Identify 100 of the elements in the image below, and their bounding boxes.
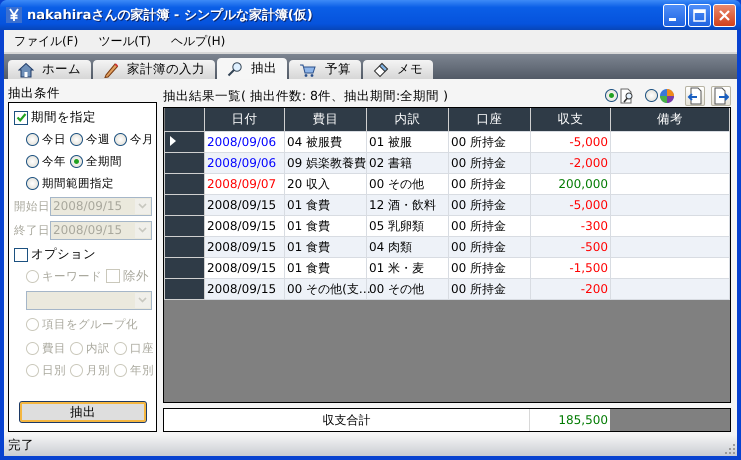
row-header[interactable] bbox=[164, 194, 204, 216]
menu-item[interactable]: ツール(T) bbox=[90, 30, 159, 52]
radio-label: 費目 bbox=[42, 340, 66, 356]
radio-button[interactable] bbox=[26, 176, 39, 190]
table-cell: 00 所持金 bbox=[448, 278, 530, 300]
tab[interactable]: 抽出 bbox=[217, 58, 287, 79]
table-cell: 00 その他 bbox=[366, 278, 448, 300]
date-label: 開始日 bbox=[14, 198, 48, 214]
document-search-icon bbox=[619, 88, 635, 104]
table-cell: 01 食費 bbox=[284, 236, 366, 258]
table-cell: 09 娯楽教養費 bbox=[284, 152, 366, 174]
row-header[interactable] bbox=[164, 236, 204, 258]
table-cell: 01 食費 bbox=[284, 258, 366, 278]
pie-chart-icon bbox=[659, 88, 675, 104]
minimize-icon bbox=[669, 18, 676, 20]
table-cell: -2,000 bbox=[530, 152, 610, 174]
table-cell: 200,000 bbox=[530, 174, 610, 194]
table-cell: 00 所持金 bbox=[448, 236, 530, 258]
radio-button[interactable] bbox=[114, 132, 127, 146]
table-cell: 2008/09/15 bbox=[204, 278, 284, 300]
table-cell: 2008/09/15 bbox=[204, 258, 284, 278]
radio-button[interactable] bbox=[645, 89, 658, 102]
menu-item[interactable]: ヘルプ(H) bbox=[162, 30, 234, 52]
table-cell: -500 bbox=[530, 236, 610, 258]
radio-label: 全期間 bbox=[86, 154, 122, 168]
table-cell: 2008/09/15 bbox=[204, 216, 284, 236]
table-cell: 00 所持金 bbox=[448, 132, 530, 152]
eraser-icon bbox=[373, 62, 389, 78]
radio-label: 日別 bbox=[42, 362, 66, 378]
radio-button[interactable] bbox=[605, 89, 618, 102]
minimize-button[interactable] bbox=[663, 4, 686, 26]
row-header[interactable] bbox=[164, 216, 204, 236]
checkbox-label: オプション bbox=[31, 246, 96, 263]
close-button[interactable] bbox=[713, 4, 736, 26]
table-cell: -300 bbox=[530, 216, 610, 236]
table-cell: 00 所持金 bbox=[448, 258, 530, 278]
export-button[interactable] bbox=[711, 86, 731, 106]
radio-label: 今日 bbox=[42, 132, 66, 146]
table-cell: -1,500 bbox=[530, 258, 610, 278]
tab[interactable]: メモ bbox=[363, 60, 433, 79]
column-header[interactable]: 収支 bbox=[530, 108, 610, 132]
import-button[interactable] bbox=[685, 86, 705, 106]
radio-button[interactable] bbox=[26, 154, 39, 168]
maximize-button[interactable] bbox=[688, 4, 711, 26]
row-header[interactable] bbox=[164, 174, 204, 194]
radio-label: 年別 bbox=[130, 362, 154, 378]
column-header[interactable]: 口座 bbox=[448, 108, 530, 132]
table-cell: 2008/09/06 bbox=[204, 152, 284, 174]
row-header[interactable] bbox=[164, 258, 204, 278]
table-cell: -200 bbox=[530, 278, 610, 300]
table-cell: 2008/09/07 bbox=[204, 174, 284, 194]
table-cell: 00 所持金 bbox=[448, 152, 530, 174]
table-cell: 12 酒・飲料 bbox=[366, 194, 448, 216]
pencil-icon bbox=[103, 62, 119, 78]
radio-button[interactable] bbox=[70, 154, 83, 168]
table-cell: 2008/09/15 bbox=[204, 194, 284, 216]
row-header[interactable] bbox=[164, 278, 204, 300]
panel-title: 抽出条件 bbox=[8, 84, 61, 102]
tab[interactable]: 家計簿の入力 bbox=[93, 60, 215, 79]
table-cell: -5,000 bbox=[530, 132, 610, 152]
table-cell: 00 所持金 bbox=[448, 194, 530, 216]
table-cell: 04 被服費 bbox=[284, 132, 366, 152]
radio-label: 口座 bbox=[130, 340, 154, 356]
table-cell: 2008/09/06 bbox=[204, 132, 284, 152]
table-cell: 01 食費 bbox=[284, 216, 366, 236]
checkbox[interactable] bbox=[14, 110, 28, 124]
radio-label: 今年 bbox=[42, 154, 66, 168]
table-cell: 2008/09/15 bbox=[204, 236, 284, 258]
radio-button[interactable] bbox=[26, 132, 39, 146]
column-header[interactable]: 備考 bbox=[610, 108, 730, 132]
radio-button[interactable] bbox=[70, 132, 83, 146]
cart-icon bbox=[299, 62, 317, 78]
search-icon bbox=[227, 60, 243, 76]
current-row-icon bbox=[170, 136, 176, 146]
column-header[interactable]: 費目 bbox=[284, 108, 366, 132]
table-cell: 04 肉類 bbox=[366, 236, 448, 258]
menu-item[interactable]: ファイル(F) bbox=[6, 30, 86, 52]
table-cell: 02 書籍 bbox=[366, 152, 448, 174]
date-label: 終了日 bbox=[14, 222, 48, 238]
checkbox-label: 期間を指定 bbox=[31, 109, 96, 126]
radio-label: 今週 bbox=[86, 132, 110, 146]
column-header[interactable]: 内訳 bbox=[366, 108, 448, 132]
column-header[interactable]: 日付 bbox=[204, 108, 284, 132]
row-header[interactable] bbox=[164, 152, 204, 174]
radio-label: 項目をグループ化 bbox=[42, 316, 138, 332]
table-cell: 01 被服 bbox=[366, 132, 448, 152]
table-cell: -5,000 bbox=[530, 194, 610, 216]
row-header[interactable] bbox=[164, 132, 204, 152]
tab[interactable]: 予算 bbox=[289, 60, 361, 79]
tab[interactable]: ホーム bbox=[8, 60, 91, 79]
radio-label: 内訳 bbox=[86, 340, 110, 356]
checkbox-label: 除外 bbox=[123, 268, 149, 284]
table-cell: 01 米・麦 bbox=[366, 258, 448, 278]
extract-button[interactable]: 抽出 bbox=[19, 401, 147, 423]
checkbox[interactable] bbox=[14, 248, 28, 262]
table-cell: 20 収入 bbox=[284, 174, 366, 194]
total-label: 収支合計 bbox=[164, 409, 530, 431]
radio-label: 期間範囲指定 bbox=[42, 176, 114, 190]
radio-label: 月別 bbox=[86, 362, 110, 378]
table-cell: 00 所持金 bbox=[448, 216, 530, 236]
